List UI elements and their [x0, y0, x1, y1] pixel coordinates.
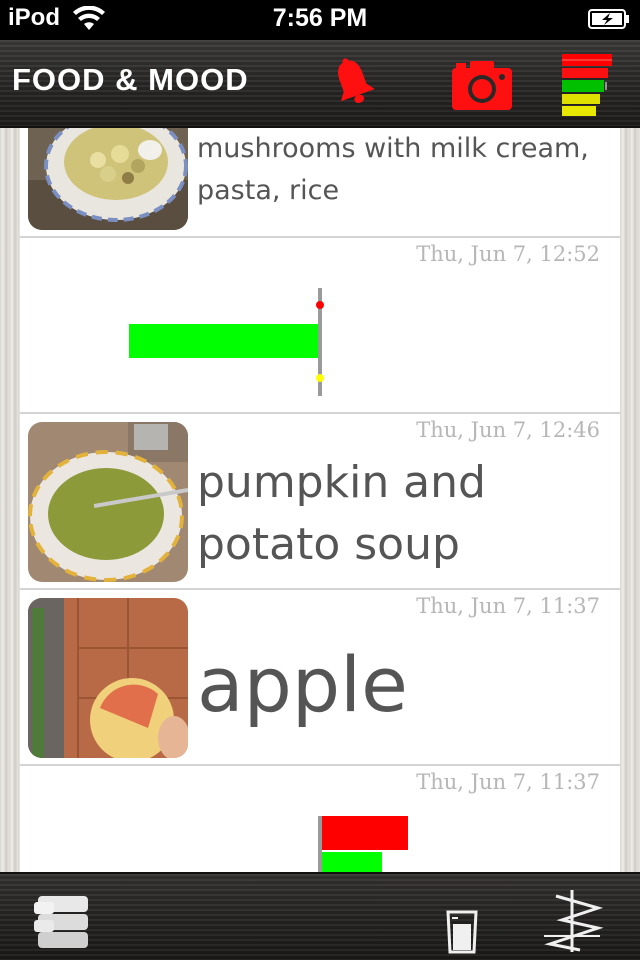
bottom-toolbar [0, 872, 640, 960]
mood-entry[interactable]: Thu, Jun 7, 11:37 [20, 766, 620, 872]
soup-bowl-photo [28, 422, 188, 582]
app-title: FOOD & MOOD [12, 62, 249, 97]
wood-border-right [620, 128, 640, 872]
entry-timestamp: Thu, Jun 7, 11:37 [416, 594, 600, 618]
mood-bar-green [322, 852, 382, 872]
mood-bar-red [322, 816, 408, 850]
status-bar: iPod 7:56 PM [0, 0, 640, 40]
food-text-line: mushrooms with milk cream, [197, 133, 589, 164]
mood-chart [129, 288, 324, 396]
database-stack-icon[interactable] [34, 894, 92, 952]
mood-bar-green [129, 324, 319, 358]
wood-border-left [0, 128, 20, 872]
food-text-line: pumpkin and [197, 457, 486, 508]
entry-feed[interactable]: mushrooms with milk cream, pasta, rice T… [20, 128, 620, 872]
apple-photo [28, 598, 188, 758]
food-text-line: apple [197, 640, 408, 729]
bell-icon[interactable] [330, 54, 376, 110]
entry-timestamp: Thu, Jun 7, 12:46 [416, 418, 600, 442]
food-description: apple [197, 640, 408, 730]
food-text-line: potato soup [197, 519, 460, 570]
mood-chart [318, 816, 408, 872]
mood-marker-red [316, 301, 324, 309]
food-description: pumpkin and potato soup [197, 452, 486, 576]
measuring-glass-icon[interactable] [444, 908, 480, 954]
camera-icon[interactable] [450, 56, 514, 112]
nav-bar: FOOD & MOOD [0, 40, 640, 128]
status-time: 7:56 PM [272, 4, 368, 32]
food-entry[interactable]: Thu, Jun 7, 11:37 apple [20, 590, 620, 766]
battery-icon [588, 9, 629, 29]
mood-entry[interactable]: Thu, Jun 7, 12:52 [20, 238, 620, 414]
pasta-plate-photo [28, 128, 188, 230]
graph-icon[interactable] [540, 888, 604, 954]
mood-bars-icon[interactable] [558, 52, 616, 118]
food-entry[interactable]: Thu, Jun 7, 12:46 pumpkin and potato sou… [20, 414, 620, 590]
food-description: mushrooms with milk cream, pasta, rice [197, 128, 589, 212]
food-text-line: pasta, rice [197, 175, 340, 206]
food-entry[interactable]: mushrooms with milk cream, pasta, rice [20, 128, 620, 238]
mood-marker-yellow [316, 374, 324, 382]
